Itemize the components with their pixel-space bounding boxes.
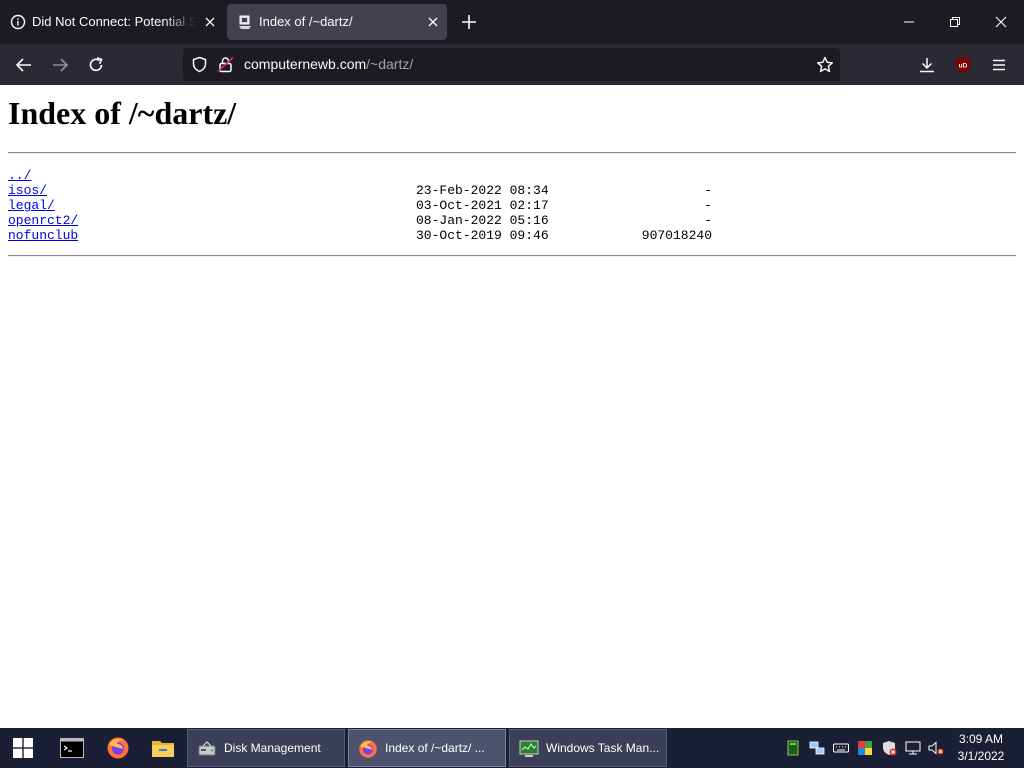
disk-management-icon bbox=[198, 741, 216, 756]
clock-time: 3:09 AM bbox=[958, 732, 1004, 746]
info-icon bbox=[10, 14, 26, 30]
page-content: Index of /~dartz/ ../ isos/ 23-Feb-2022 … bbox=[0, 85, 1024, 728]
close-icon bbox=[995, 16, 1007, 28]
network-devices-icon[interactable] bbox=[809, 740, 825, 756]
firefox-icon bbox=[359, 740, 377, 758]
task-manager-icon bbox=[519, 740, 539, 757]
url-path: /~dartz/ bbox=[366, 56, 414, 72]
entry-date: 30-Oct-2019 09:46 bbox=[416, 228, 549, 243]
list-item: ../ bbox=[8, 168, 728, 183]
app-menu-button[interactable] bbox=[986, 52, 1012, 78]
list-item: nofunclub 30-Oct-2019 09:46 907018240 bbox=[8, 228, 728, 243]
firefox-icon bbox=[107, 737, 129, 759]
minimize-icon bbox=[904, 21, 914, 23]
horizontal-rule bbox=[8, 255, 1016, 257]
entry-link-nofunclub[interactable]: nofunclub bbox=[8, 228, 78, 243]
entry-date: 23-Feb-2022 08:34 bbox=[416, 183, 549, 198]
directory-listing: ../ isos/ 23-Feb-2022 08:34 - legal/ 03-… bbox=[8, 168, 728, 243]
restore-icon bbox=[950, 17, 960, 27]
entry-size: - bbox=[704, 183, 712, 198]
firefox-taskbar-button[interactable] bbox=[95, 728, 141, 768]
command-prompt-icon bbox=[60, 738, 84, 758]
restore-button[interactable] bbox=[932, 0, 978, 44]
tab-title: Index of /~dartz/ bbox=[259, 14, 353, 29]
task-label: Disk Management bbox=[224, 741, 321, 755]
entry-date: 03-Oct-2021 02:17 bbox=[416, 198, 549, 213]
url-host: computernewb.com bbox=[244, 56, 367, 72]
entry-link-openrct2[interactable]: openrct2/ bbox=[8, 213, 78, 228]
close-tab-icon[interactable] bbox=[202, 14, 218, 30]
task-disk-management[interactable]: Disk Management bbox=[187, 729, 345, 767]
system-clock[interactable]: 3:09 AM 3/1/2022 bbox=[948, 731, 1014, 765]
clock-date: 3/1/2022 bbox=[957, 749, 1005, 763]
tab-index-of-dartz[interactable]: Index of /~dartz/ bbox=[227, 4, 447, 40]
keyboard-icon[interactable] bbox=[833, 740, 849, 756]
windows-logo-icon bbox=[13, 738, 33, 758]
tab-did-not-connect[interactable]: Did Not Connect: Potential Security Issu… bbox=[0, 4, 224, 40]
close-window-button[interactable] bbox=[978, 0, 1024, 44]
page-title: Index of /~dartz/ bbox=[8, 95, 237, 131]
navigation-toolbar: computernewb.com/~dartz/ uD bbox=[0, 44, 1024, 85]
tab-strip: Did Not Connect: Potential Security Issu… bbox=[0, 0, 1024, 44]
volume-muted-icon[interactable] bbox=[928, 740, 944, 756]
task-windows-task-manager[interactable]: Windows Task Man... bbox=[509, 729, 667, 767]
folder-icon bbox=[152, 741, 174, 757]
ublock-origin-button[interactable]: uD bbox=[950, 52, 976, 78]
tray-green-app-icon[interactable] bbox=[785, 740, 801, 756]
ublock-label: uD bbox=[959, 63, 968, 70]
url-text[interactable]: computernewb.com/~dartz/ bbox=[244, 48, 413, 81]
task-label: Index of /~dartz/ ... bbox=[385, 741, 485, 755]
command-prompt-button[interactable] bbox=[49, 728, 95, 768]
color-display-icon[interactable] bbox=[857, 740, 873, 756]
tab-title: Did Not Connect: Potential Security Issu… bbox=[32, 14, 196, 29]
bookmark-star-icon[interactable] bbox=[816, 56, 834, 74]
new-tab-plus-icon[interactable] bbox=[458, 11, 480, 33]
server-favicon-icon bbox=[239, 15, 251, 29]
taskbar: Disk Management Index of /~dartz/ ... Wi… bbox=[0, 728, 1024, 768]
back-arrow-icon bbox=[15, 58, 31, 72]
list-item: legal/ 03-Oct-2021 02:17 - bbox=[8, 198, 728, 213]
hamburger-menu-icon bbox=[993, 59, 1005, 71]
tracking-protection-shield-icon[interactable] bbox=[191, 56, 208, 73]
parent-directory-link[interactable]: ../ bbox=[8, 168, 31, 183]
entry-size: - bbox=[704, 198, 712, 213]
file-explorer-button[interactable] bbox=[140, 728, 186, 768]
list-item: openrct2/ 08-Jan-2022 05:16 - bbox=[8, 213, 728, 228]
entry-size: - bbox=[704, 213, 712, 228]
entry-link-legal[interactable]: legal/ bbox=[8, 198, 55, 213]
entry-date: 08-Jan-2022 05:16 bbox=[416, 213, 549, 228]
security-shield-alert-icon[interactable] bbox=[881, 740, 897, 756]
forward-arrow-icon bbox=[53, 58, 69, 72]
address-bar[interactable]: computernewb.com/~dartz/ bbox=[183, 48, 840, 81]
task-firefox-window[interactable]: Index of /~dartz/ ... bbox=[348, 729, 506, 767]
entry-size: 907018240 bbox=[641, 228, 712, 243]
start-button[interactable] bbox=[0, 728, 46, 768]
downloads-button[interactable] bbox=[914, 52, 940, 78]
network-wired-icon[interactable] bbox=[905, 740, 921, 756]
reload-icon bbox=[89, 57, 103, 72]
list-item: isos/ 23-Feb-2022 08:34 - bbox=[8, 183, 728, 198]
task-label: Windows Task Man... bbox=[546, 741, 660, 755]
insecure-lock-icon[interactable] bbox=[217, 56, 234, 73]
forward-button[interactable] bbox=[47, 52, 73, 78]
download-icon bbox=[920, 58, 934, 73]
entry-link-isos[interactable]: isos/ bbox=[8, 183, 47, 198]
ublock-origin-icon: uD bbox=[956, 57, 970, 73]
reload-button[interactable] bbox=[83, 52, 109, 78]
minimize-button[interactable] bbox=[886, 0, 932, 44]
back-button[interactable] bbox=[11, 52, 37, 78]
close-tab-icon[interactable] bbox=[425, 14, 441, 30]
horizontal-rule bbox=[8, 152, 1016, 154]
